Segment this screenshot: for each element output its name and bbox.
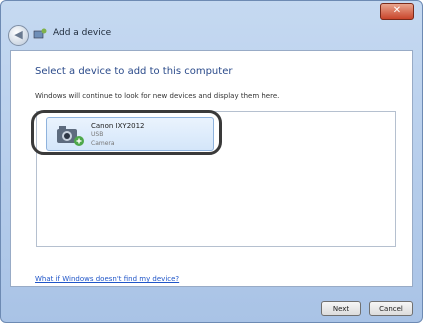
page-heading: Select a device to add to this computer xyxy=(35,66,233,77)
add-device-window: ✕ ◀ Add a device Select a device to add … xyxy=(0,0,423,323)
content-panel: Select a device to add to this computer … xyxy=(10,50,413,287)
selection-highlight-ring xyxy=(31,110,222,155)
window-title: Add a device xyxy=(53,28,112,38)
help-link[interactable]: What if Windows doesn't find my device? xyxy=(35,275,179,283)
cancel-button[interactable]: Cancel xyxy=(369,301,413,316)
button-bar: Next Cancel xyxy=(1,287,422,322)
close-button[interactable]: ✕ xyxy=(380,3,414,20)
page-subtext: Windows will continue to look for new de… xyxy=(35,92,280,100)
add-device-icon xyxy=(33,28,47,39)
next-button[interactable]: Next xyxy=(321,301,361,316)
back-button[interactable]: ◀ xyxy=(8,25,29,46)
